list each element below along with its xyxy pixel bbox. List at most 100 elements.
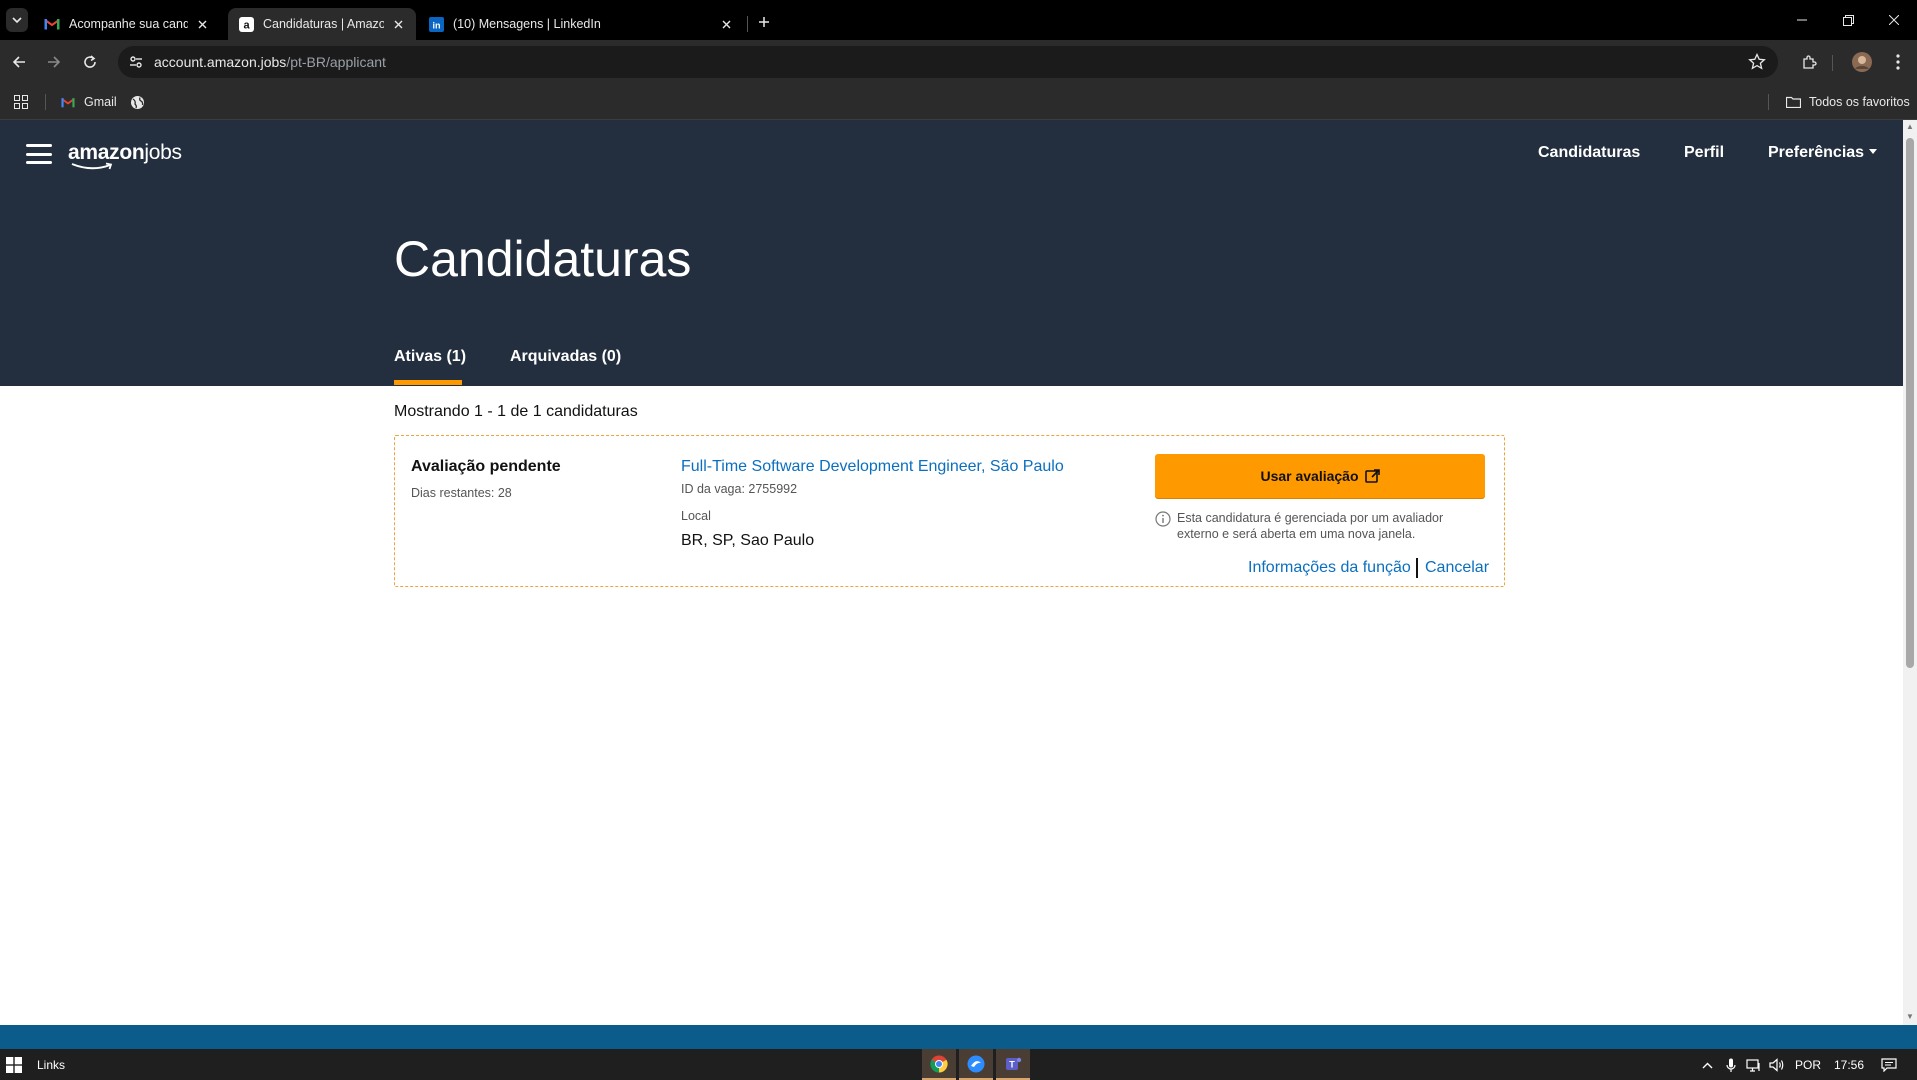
microphone-icon[interactable] — [1722, 1056, 1740, 1074]
clock-time[interactable]: 17:56 — [1834, 1058, 1864, 1072]
url-host: account.amazon.jobs — [154, 54, 287, 70]
input-language[interactable]: POR — [1795, 1058, 1821, 1072]
extensions-button[interactable] — [1797, 50, 1821, 74]
minimize-button[interactable] — [1780, 8, 1824, 32]
volume-icon[interactable] — [1768, 1056, 1786, 1074]
scrollbar-thumb[interactable] — [1906, 138, 1914, 668]
taskbar-links-toolbar[interactable]: Links — [37, 1058, 65, 1072]
close-icon — [1889, 15, 1899, 25]
linkedin-icon: in — [428, 16, 444, 32]
external-assessor-note: Esta candidatura é gerenciada por um ava… — [1177, 511, 1444, 541]
bookmark-globe[interactable] — [130, 92, 145, 112]
nav-profile-link[interactable]: Perfil — [1684, 144, 1724, 162]
close-tab-icon[interactable] — [390, 16, 406, 32]
tray-overflow-chevron-icon[interactable] — [1698, 1056, 1716, 1074]
bookmark-star-icon[interactable] — [1748, 53, 1766, 71]
logo-amazon-text: amazon — [68, 141, 145, 164]
os-taskbar: Links T POR 17:56 — [0, 1049, 1917, 1080]
arrow-right-icon — [48, 56, 61, 68]
browser-tab-strip: Acompanhe sua candidatura - r a Candidat… — [0, 0, 1917, 40]
tab-separator — [747, 16, 748, 32]
close-window-button[interactable] — [1872, 8, 1916, 32]
menu-button[interactable] — [1886, 50, 1910, 74]
tab-active-applications[interactable]: Ativas (1) — [394, 348, 466, 366]
hamburger-menu-icon[interactable] — [26, 144, 52, 164]
network-icon[interactable] — [1745, 1056, 1763, 1074]
caret-down-icon — [1869, 149, 1878, 154]
scroll-down-arrow-icon[interactable]: ▼ — [1905, 1012, 1915, 1022]
tab-title: (10) Mensagens | LinkedIn — [453, 17, 601, 31]
teams-icon: T — [1006, 1057, 1022, 1070]
windows-start-icon[interactable] — [6, 1057, 22, 1073]
url-text: account.amazon.jobs/pt-BR/applicant — [154, 54, 386, 70]
job-info-link[interactable]: Informações da função — [1248, 559, 1411, 577]
plus-icon — [759, 17, 769, 27]
active-tab-indicator — [394, 380, 462, 385]
use-assessment-label: Usar avaliação — [1260, 468, 1359, 484]
taskbar-chrome-app[interactable] — [922, 1049, 956, 1080]
chrome-icon — [930, 1055, 948, 1073]
taskbar-app-2[interactable] — [959, 1049, 993, 1080]
folder-icon — [1785, 94, 1801, 110]
logo-jobs-text: jobs — [144, 141, 182, 164]
tab-linkedin[interactable]: in (10) Mensagens | LinkedIn — [418, 8, 744, 40]
close-tab-icon[interactable] — [718, 16, 734, 32]
external-link-icon — [1364, 468, 1380, 484]
restore-icon — [1842, 14, 1854, 26]
application-status: Avaliação pendente — [411, 458, 561, 475]
close-tab-icon[interactable] — [194, 16, 210, 32]
svg-text:in: in — [432, 20, 440, 30]
page-title: Candidaturas — [394, 231, 692, 287]
all-bookmarks-button[interactable]: Todos os favoritos — [1785, 92, 1910, 112]
arrow-left-icon — [12, 56, 25, 68]
tab-gmail[interactable]: Acompanhe sua candidatura - r — [34, 8, 220, 40]
apps-grid-icon — [14, 95, 28, 109]
bookmarks-separator — [1768, 94, 1769, 110]
reload-button[interactable] — [78, 50, 102, 74]
nav-preferences-dropdown[interactable]: Preferências — [1768, 144, 1878, 162]
bookmark-gmail[interactable]: Gmail — [60, 92, 117, 112]
page-viewport: amazonjobs Candidaturas Perfil Preferênc… — [0, 120, 1903, 1025]
chevron-down-icon — [12, 17, 22, 24]
results-summary: Mostrando 1 - 1 de 1 candidaturas — [394, 403, 638, 420]
notifications-icon[interactable] — [1880, 1056, 1898, 1074]
cancel-application-link[interactable]: Cancelar — [1425, 559, 1489, 577]
svg-text:T: T — [1009, 1059, 1015, 1069]
avatar-icon — [1852, 52, 1872, 72]
days-remaining: Dias restantes: 28 — [411, 486, 512, 500]
reload-icon — [84, 55, 96, 68]
amazon-icon: a — [238, 16, 254, 32]
site-settings-icon[interactable] — [128, 54, 144, 70]
browser-toolbar: account.amazon.jobs/pt-BR/applicant — [0, 40, 1917, 84]
taskbar-teams-app[interactable]: T — [996, 1049, 1030, 1080]
hero-section: Candidaturas Ativas (1) Arquivadas (0) — [0, 185, 1903, 386]
back-button[interactable] — [7, 50, 31, 74]
site-header: amazonjobs Candidaturas Perfil Preferênc… — [0, 120, 1903, 185]
profile-avatar[interactable] — [1850, 50, 1874, 74]
minimize-icon — [1797, 19, 1807, 21]
job-id: ID da vaga: 2755992 — [681, 482, 798, 496]
tab-search-button[interactable] — [6, 8, 28, 32]
tab-title: Candidaturas | Amazon.jobs — [263, 17, 384, 31]
bookmark-label: Gmail — [84, 95, 117, 109]
puzzle-icon — [1803, 55, 1817, 69]
app-swirl-icon — [967, 1055, 985, 1072]
tab-archived-applications[interactable]: Arquivadas (0) — [510, 348, 621, 366]
new-tab-button[interactable] — [752, 10, 776, 34]
gmail-icon — [60, 94, 76, 110]
use-assessment-button[interactable]: Usar avaliação — [1155, 454, 1485, 498]
job-title-link[interactable]: Full-Time Software Development Engineer,… — [681, 458, 1064, 476]
globe-icon — [131, 95, 144, 109]
amazon-smile-icon — [71, 162, 113, 170]
bookmarks-separator — [45, 94, 46, 110]
scroll-up-arrow-icon[interactable]: ▲ — [1905, 122, 1915, 132]
nav-applications-link[interactable]: Candidaturas — [1538, 144, 1640, 162]
apps-button[interactable] — [14, 92, 28, 112]
page-scrollbar[interactable]: ▲ ▼ — [1903, 120, 1917, 1025]
tab-amazon-jobs[interactable]: a Candidaturas | Amazon.jobs — [228, 8, 416, 40]
application-card: Avaliação pendente Dias restantes: 28 Fu… — [394, 435, 1505, 587]
address-bar[interactable]: account.amazon.jobs/pt-BR/applicant — [118, 46, 1778, 78]
nav-preferences-label: Preferências — [1768, 144, 1865, 161]
forward-button[interactable] — [42, 50, 66, 74]
restore-button[interactable] — [1826, 8, 1870, 32]
